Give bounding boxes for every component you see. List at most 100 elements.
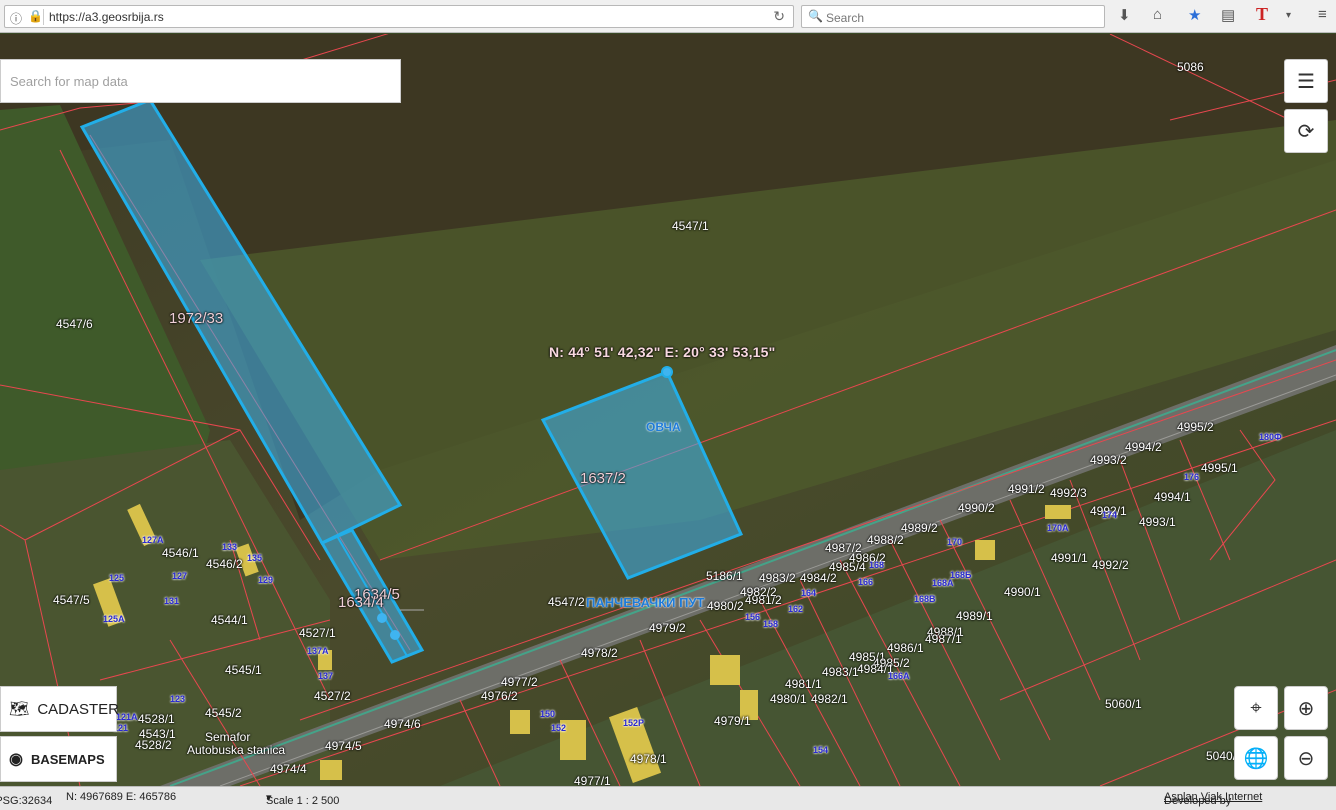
coordinate-readout: N: 44° 51' 42,32" E: 20° 33' 53,15"	[549, 344, 776, 360]
parcel-label: 4974/5	[325, 739, 362, 753]
house-number: 162	[788, 604, 804, 614]
browser-search-box[interactable]: 🔍 Search	[801, 5, 1105, 28]
parcel-label: 4982/1	[811, 692, 848, 706]
house-number: 125	[109, 573, 125, 583]
parcel-label: 4990/2	[958, 501, 995, 515]
map-canvas[interactable]: 4547/1 4547/6 1972/33 1637/2 1634/5 1634…	[0, 34, 1336, 786]
crosshair-icon: ⌖	[1250, 696, 1262, 719]
developer-credit: Developed by Asplan Viak Internet	[1164, 791, 1262, 807]
home-icon[interactable]: ⌂	[1153, 6, 1162, 23]
layers-menu-button[interactable]: ☰	[1284, 59, 1328, 103]
lock-icon: 🔒	[28, 9, 43, 23]
parcel-label: 4992/2	[1092, 558, 1129, 572]
parcel-label: 4980/1	[770, 692, 807, 706]
parcel-label: 4982/2	[740, 585, 777, 599]
parcel-label: 4995/2	[1177, 420, 1214, 434]
house-number: 127	[172, 571, 188, 581]
reload-icon[interactable]: ↻	[773, 8, 785, 25]
parcel-label: 4547/1	[672, 219, 709, 233]
map-search-input[interactable]	[1, 60, 400, 102]
cadaster-button[interactable]: 🗺 CADASTER	[0, 686, 119, 732]
house-number: 131	[164, 596, 180, 606]
locate-button[interactable]: ⌖	[1234, 686, 1278, 730]
address-bar[interactable]: ⓘ 🔒 https://a3.geosrbija.rs ↻	[4, 5, 794, 28]
parcel-label: 4994/2	[1125, 440, 1162, 454]
zoom-in-button[interactable]: ⊕	[1284, 686, 1328, 730]
house-number: 168	[869, 560, 885, 570]
plus-icon: ⊕	[1297, 697, 1315, 720]
bookmark-star-icon[interactable]: ★	[1188, 6, 1201, 24]
parcel-label: 4983/2	[759, 571, 796, 585]
parcel-label: 4528/2	[135, 738, 172, 752]
parcel-label: 4979/2	[649, 621, 686, 635]
url-text[interactable]: https://a3.geosrbija.rs	[49, 10, 164, 24]
house-number: 129	[258, 575, 274, 585]
parcel-label: 4977/1	[574, 774, 611, 786]
parcel-label: 4545/2	[205, 706, 242, 720]
parcel-label-selected: 1637/2	[580, 470, 626, 487]
street-label: ПАНЧЕВАЧКИ ПУТ	[586, 595, 705, 610]
download-icon[interactable]: ⬇	[1118, 6, 1131, 24]
parcel-label: 4989/1	[956, 609, 993, 623]
parcel-label: 5040/	[1206, 749, 1237, 763]
house-number: 168B	[914, 594, 936, 604]
parcel-label: 4991/2	[1008, 482, 1045, 496]
reading-list-icon[interactable]: ▤	[1221, 6, 1235, 24]
poi-label-semafor: Semafor	[205, 730, 251, 744]
zoom-out-button[interactable]: ⊖	[1284, 736, 1328, 780]
house-number: 176	[1184, 472, 1200, 482]
house-number: 152P	[623, 718, 645, 728]
basemaps-button[interactable]: ◉ BASEMAPS	[0, 736, 117, 782]
map-search-box[interactable]	[0, 59, 401, 103]
house-number: 135	[247, 553, 263, 563]
parcel-label: 4978/2	[581, 646, 618, 660]
parcel-label: 4993/2	[1090, 453, 1127, 467]
map-graphics	[0, 34, 1336, 786]
parcel-label: 4995/1	[1201, 461, 1238, 475]
house-number: 158	[763, 619, 779, 629]
poi-label-bus-station: Autobuska stanica	[187, 743, 286, 757]
world-view-button[interactable]: 🌐	[1234, 736, 1278, 780]
basemaps-label: BASEMAPS	[30, 751, 105, 767]
parcel-label: 5186/1	[706, 569, 743, 583]
parcel-label: 5086	[1177, 60, 1204, 74]
house-number: 127A	[142, 535, 164, 545]
browser-toolbar: ⓘ 🔒 https://a3.geosrbija.rs ↻ 🔍 Search ⬇…	[0, 0, 1336, 33]
minus-icon: ⊖	[1297, 747, 1315, 770]
house-number: 154	[813, 745, 829, 755]
parcel-label: 4986/1	[887, 641, 924, 655]
house-number: 170A	[1047, 523, 1069, 533]
refresh-button[interactable]: ⟳	[1284, 109, 1328, 153]
map-icon: 🗺	[9, 701, 30, 718]
browser-search-placeholder[interactable]: Search	[826, 11, 864, 25]
parcel-label: 4544/1	[211, 613, 248, 627]
house-number: 150	[540, 709, 556, 719]
parcel-label: 4987/2	[825, 541, 862, 555]
house-number: 164	[801, 588, 817, 598]
parcel-label: 4989/2	[901, 521, 938, 535]
info-icon[interactable]: ⓘ	[10, 10, 22, 27]
parcel-label: 4546/1	[162, 546, 199, 560]
extension-t-icon[interactable]: T	[1256, 4, 1268, 25]
parcel-label: 4547/6	[56, 317, 93, 331]
house-number: 137	[318, 671, 334, 681]
village-label: ОВЧА	[646, 420, 681, 434]
rotate-icon: ⟳	[1297, 120, 1315, 143]
parcel-label: 4545/1	[225, 663, 262, 677]
parcel-label: 4979/1	[714, 714, 751, 728]
parcel-label: 4994/1	[1154, 490, 1191, 504]
scale-select[interactable]: Scale 1 : 2 500 ▾	[266, 791, 339, 807]
globe-icon: ◉	[9, 751, 23, 768]
cursor-coordinates: N: 4967689 E: 465786	[66, 791, 177, 803]
menu-hamburger-icon[interactable]: ≡	[1318, 6, 1327, 23]
parcel-label: 4980/2	[707, 599, 744, 613]
globe-icon: 🌐	[1243, 747, 1269, 770]
house-number: 180Ф	[1259, 432, 1282, 442]
projection-label: EPSG:32634	[0, 795, 53, 807]
cadaster-label: CADASTER	[37, 700, 119, 718]
parcel-label-selected: 1634/4	[338, 594, 384, 611]
parcel-label: 4988/2	[867, 533, 904, 547]
house-number: 125A	[103, 614, 125, 624]
extension-dropdown-icon[interactable]: ▾	[1286, 10, 1291, 21]
house-number: 166	[858, 577, 874, 587]
